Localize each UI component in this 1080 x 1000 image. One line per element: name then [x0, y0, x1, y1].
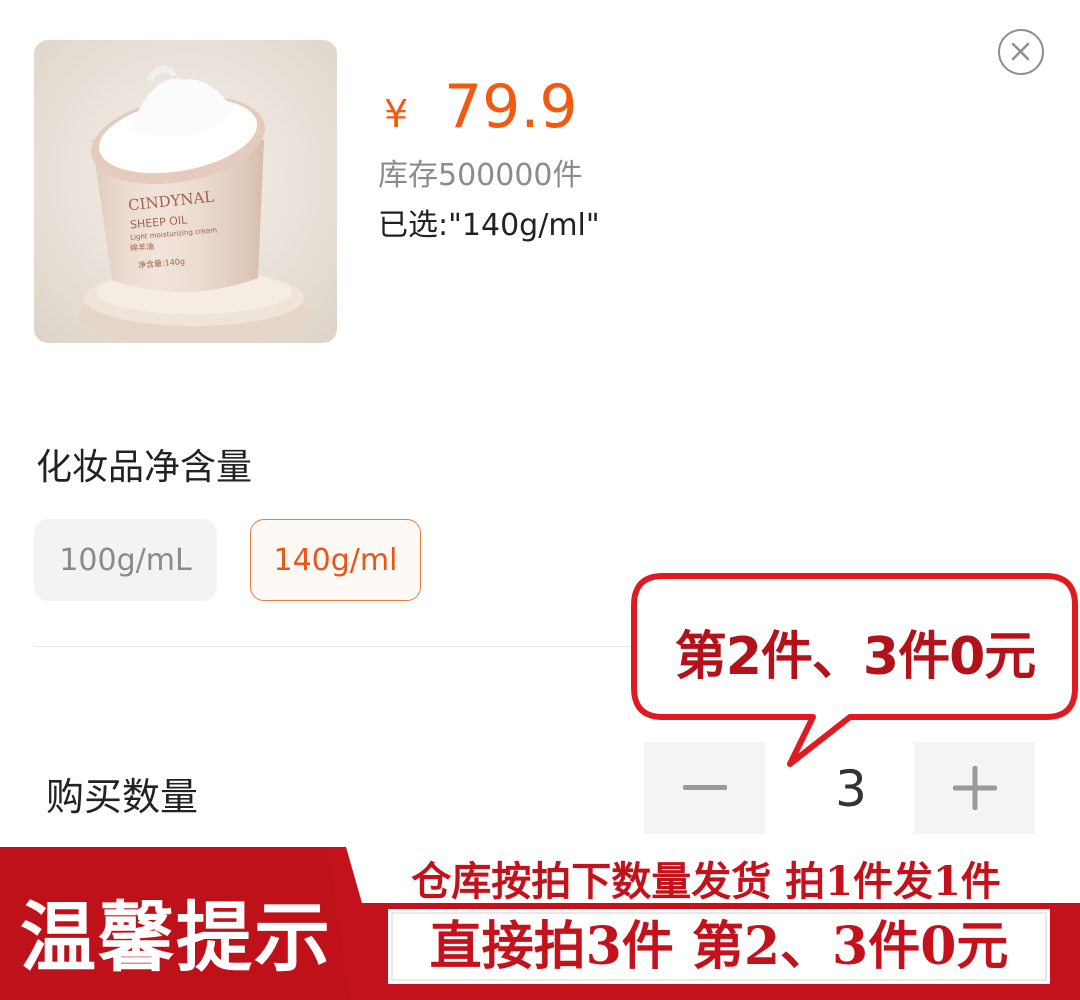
promo-bubble-text: 第2件、3件0元	[674, 627, 1037, 687]
price-value: 79.9	[444, 72, 578, 142]
spec-option-140g[interactable]: 140g/ml	[250, 519, 421, 601]
close-button[interactable]	[998, 29, 1044, 75]
plus-icon	[952, 766, 997, 810]
selected-spec-text: 已选:"140g/ml"	[378, 208, 600, 243]
notice-line-1: 仓库按拍下数量发货 拍1件发1件	[411, 858, 1001, 905]
quantity-increase-button[interactable]	[914, 742, 1035, 834]
price-currency: ¥	[384, 92, 409, 136]
minus-icon	[682, 785, 727, 790]
quantity-label: 购买数量	[46, 775, 199, 819]
quantity-decrease-button[interactable]	[644, 742, 765, 834]
spec-title: 化妆品净含量	[36, 447, 253, 488]
close-icon	[1011, 42, 1030, 61]
stock-text: 库存500000件	[378, 158, 583, 193]
spec-option-100g[interactable]: 100g/mL	[34, 519, 217, 601]
notice-line-2: 直接拍3件 第2、3件0元	[429, 916, 1009, 977]
product-cn-name: 绵羊油	[129, 241, 155, 254]
notice-title: 温馨提示	[20, 893, 332, 982]
quantity-value[interactable]: 3	[820, 760, 882, 818]
product-image: CINDYNAL SHEEP OIL Light moisturizing cr…	[34, 40, 337, 343]
